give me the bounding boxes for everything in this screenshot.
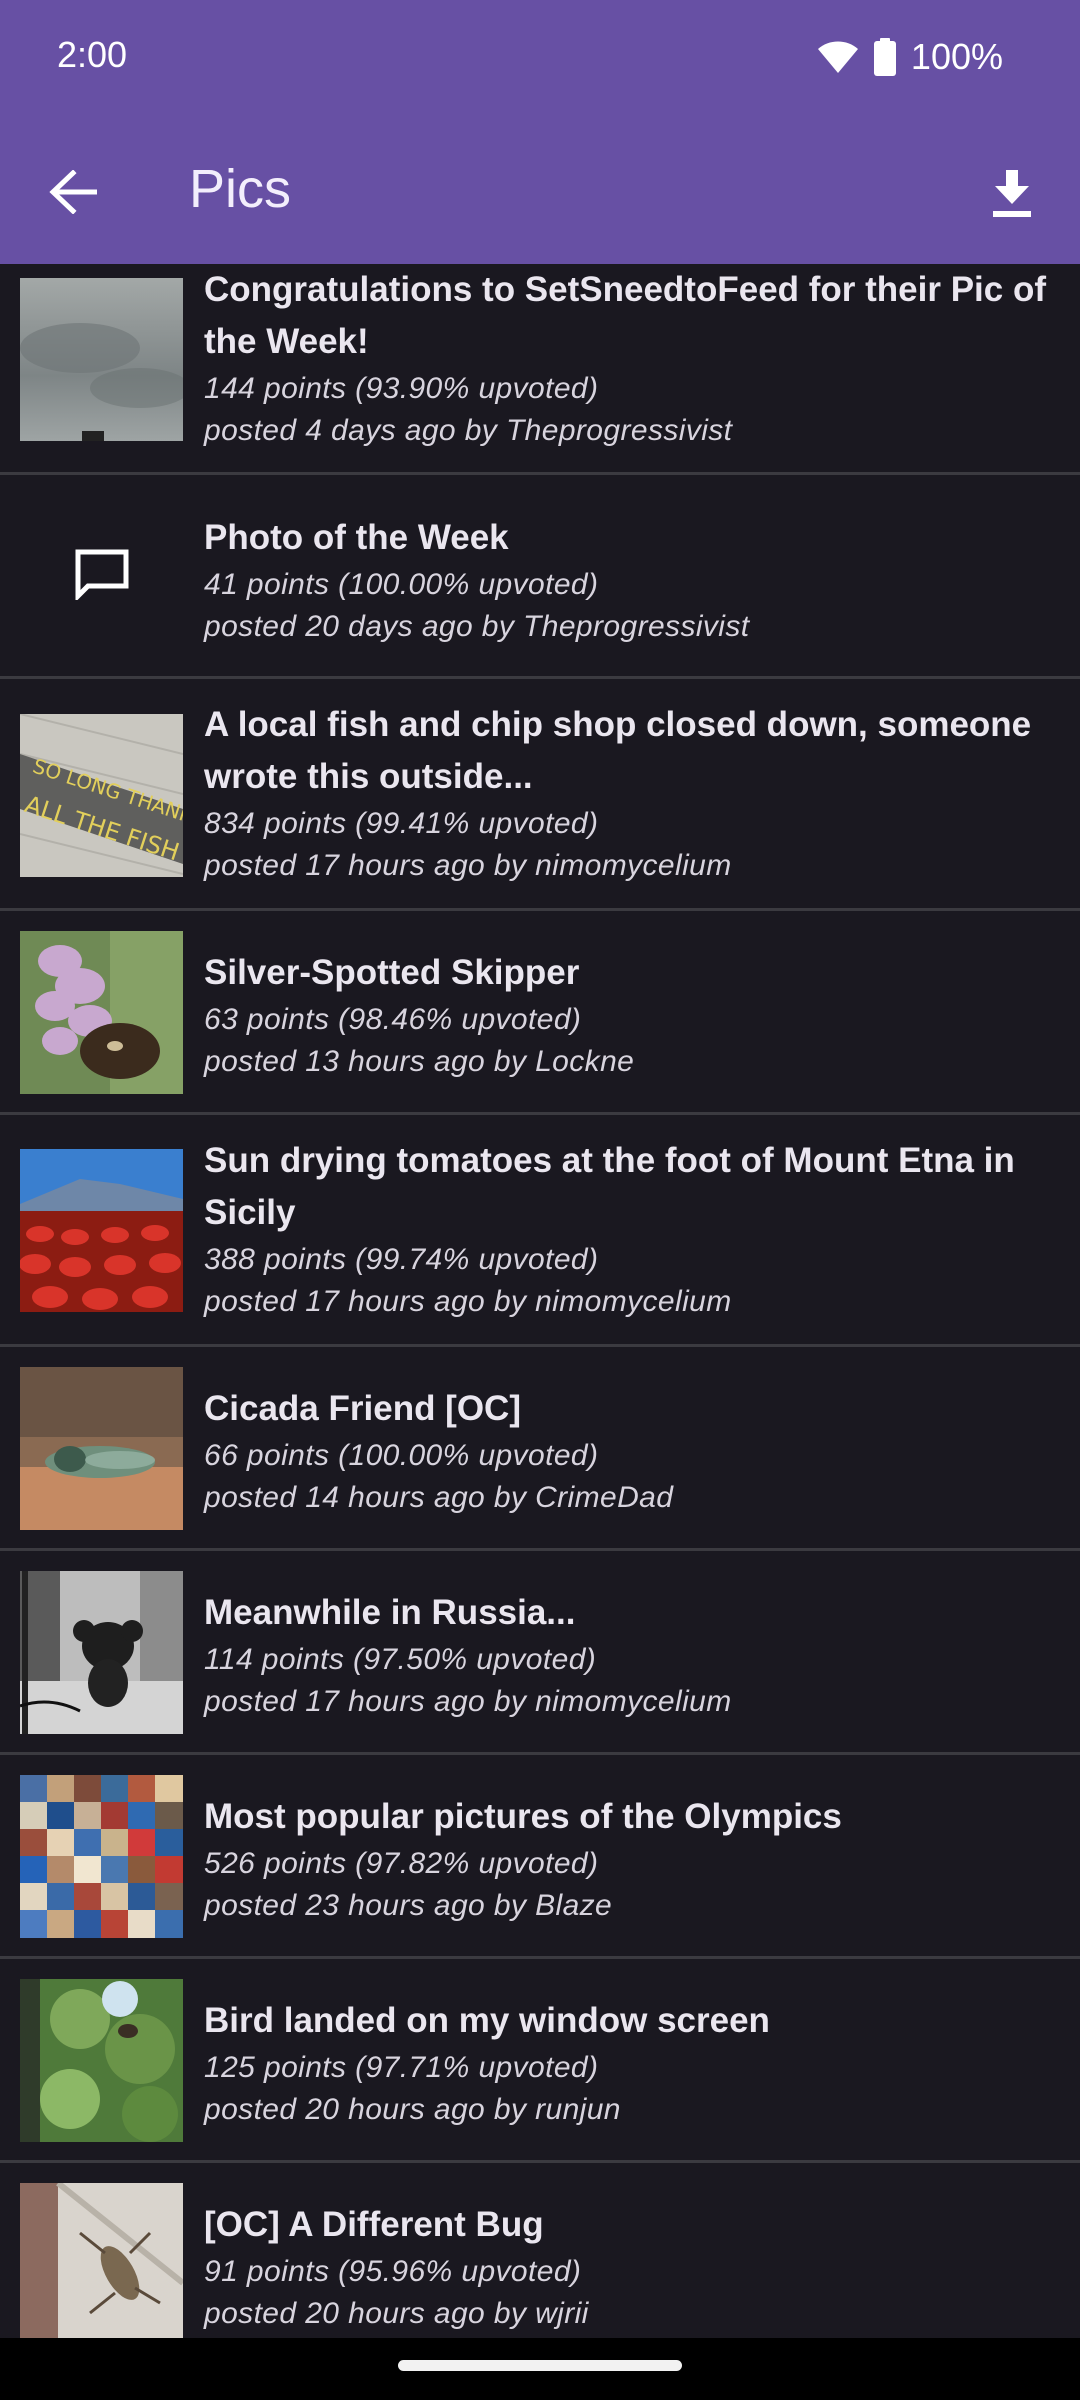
arrow-left-icon	[49, 168, 98, 219]
list-item[interactable]: Sun drying tomatoes at the foot of Mount…	[0, 1115, 1080, 1347]
post-points: 91 points (95.96% upvoted)	[204, 2255, 582, 2288]
status-bar: 2:00 100%	[0, 0, 1080, 118]
post-byline: posted 20 hours ago by wjrii	[204, 2297, 589, 2330]
post-points: 144 points (93.90% upvoted)	[204, 372, 599, 405]
back-button[interactable]	[38, 159, 108, 229]
post-title[interactable]: A local fish and chip shop closed down, …	[204, 699, 1050, 803]
bug-wall-thumbnail[interactable]	[20, 2183, 183, 2338]
post-title[interactable]: Sun drying tomatoes at the foot of Mount…	[204, 1135, 1050, 1239]
list-item[interactable]: Photo of the Week 41 points (100.00% upv…	[0, 475, 1080, 679]
post-points: 388 points (99.74% upvoted)	[204, 1243, 599, 1276]
comment-icon	[74, 548, 130, 605]
list-item[interactable]: Meanwhile in Russia... 114 points (97.50…	[0, 1551, 1080, 1755]
cicada-thumbnail[interactable]	[20, 1367, 183, 1530]
download-icon	[991, 169, 1033, 223]
list-item[interactable]: Bird landed on my window screen 125 poin…	[0, 1959, 1080, 2163]
app-bar: Pics	[0, 118, 1080, 264]
page-title: Pics	[189, 159, 292, 219]
post-byline: posted 17 hours ago by nimomycelium	[204, 1285, 732, 1318]
list-item[interactable]: Most popular pictures of the Olympics 52…	[0, 1755, 1080, 1959]
post-points: 526 points (97.82% upvoted)	[204, 1847, 599, 1880]
cloudy-sky-thumbnail[interactable]	[20, 278, 183, 441]
list-item[interactable]: Congratulations to SetSneedtoFeed for th…	[0, 264, 1080, 475]
post-title[interactable]: Cicada Friend [OC]	[204, 1383, 1050, 1435]
post-title[interactable]: Silver-Spotted Skipper	[204, 947, 1050, 999]
status-time: 2:00	[57, 34, 128, 75]
battery-percent: 100%	[910, 36, 1003, 77]
post-title[interactable]: Meanwhile in Russia...	[204, 1587, 1050, 1639]
post-byline: posted 20 days ago by Theprogressivist	[204, 610, 750, 643]
olympics-collage-thumbnail[interactable]	[20, 1775, 183, 1938]
tomatoes-mountain-thumbnail[interactable]	[20, 1149, 183, 1312]
post-title[interactable]: [OC] A Different Bug	[204, 2199, 1050, 2251]
list-item[interactable]: SO LONG THANKS ALL THE FISH A local fish …	[0, 679, 1080, 911]
post-byline: posted 14 hours ago by CrimeDad	[204, 1481, 674, 1514]
home-indicator[interactable]	[398, 2360, 682, 2371]
wifi-icon	[817, 39, 859, 75]
bird-window-thumbnail[interactable]	[20, 1979, 183, 2142]
post-points: 63 points (98.46% upvoted)	[204, 1003, 582, 1036]
post-byline: posted 20 hours ago by runjun	[204, 2093, 621, 2126]
post-points: 41 points (100.00% upvoted)	[204, 568, 599, 601]
system-navigation-bar	[0, 2338, 1080, 2400]
list-item[interactable]: Cicada Friend [OC] 66 points (100.00% up…	[0, 1347, 1080, 1551]
battery-icon	[873, 38, 897, 76]
post-byline: posted 4 days ago by Theprogressivist	[204, 414, 733, 447]
post-points: 114 points (97.50% upvoted)	[204, 1643, 597, 1676]
pavement-writing-thumbnail[interactable]: SO LONG THANKS ALL THE FISH	[20, 714, 183, 877]
butterfly-flower-thumbnail[interactable]	[20, 931, 183, 1094]
post-points: 66 points (100.00% upvoted)	[204, 1439, 599, 1472]
comment-thumbnail[interactable]	[20, 495, 183, 658]
post-byline: posted 17 hours ago by nimomycelium	[204, 1685, 732, 1718]
post-byline: posted 23 hours ago by Blaze	[204, 1889, 613, 1922]
post-points: 125 points (97.71% upvoted)	[204, 2051, 599, 2084]
post-title[interactable]: Bird landed on my window screen	[204, 1995, 1050, 2047]
download-button[interactable]	[974, 158, 1050, 234]
list-item[interactable]: [OC] A Different Bug 91 points (95.96% u…	[0, 2163, 1080, 2338]
post-list: Congratulations to SetSneedtoFeed for th…	[0, 264, 1080, 2338]
post-title[interactable]: Photo of the Week	[204, 512, 1050, 564]
post-title[interactable]: Congratulations to SetSneedtoFeed for th…	[204, 264, 1050, 368]
street-plush-thumbnail[interactable]	[20, 1571, 183, 1734]
post-points: 834 points (99.41% upvoted)	[204, 807, 599, 840]
list-item[interactable]: Silver-Spotted Skipper 63 points (98.46%…	[0, 911, 1080, 1115]
status-icons: 100%	[817, 32, 1003, 82]
post-title[interactable]: Most popular pictures of the Olympics	[204, 1791, 1050, 1843]
post-byline: posted 13 hours ago by Lockne	[204, 1045, 635, 1078]
post-byline: posted 17 hours ago by nimomycelium	[204, 849, 732, 882]
